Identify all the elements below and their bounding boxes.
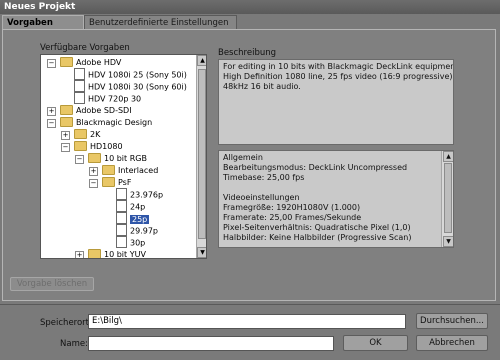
tree-item-label: HDV 720p 30 xyxy=(88,94,142,104)
details-line: Videoeinstellungen xyxy=(223,193,300,202)
tree-preset[interactable]: 30p xyxy=(103,236,146,249)
scroll-thumb[interactable] xyxy=(198,69,206,239)
tree-scrollbar[interactable]: ▲ ▼ xyxy=(196,55,206,258)
location-field[interactable]: E:\Bilg\ xyxy=(88,314,406,329)
details-box: Allgemein Bearbeitungsmodus: DeckLink Un… xyxy=(218,150,454,248)
tab-load-presets[interactable]: Vorgaben laden xyxy=(2,15,84,42)
tree-folder[interactable]: − 10 bit RGB xyxy=(75,152,147,165)
preset-file-icon xyxy=(116,224,127,236)
ok-button[interactable]: OK xyxy=(343,335,408,351)
tree-folder[interactable]: +2K xyxy=(61,128,101,141)
tree-item-label: Interlaced xyxy=(118,166,159,175)
tree-item-label: 23.976p xyxy=(130,190,164,200)
tree-item-label: HD1080 xyxy=(90,142,123,151)
tree-preset[interactable]: 23.976p xyxy=(103,188,164,201)
folder-icon xyxy=(74,128,87,139)
description-line: For editing in 10 bits with Blackmagic D… xyxy=(223,62,454,71)
details-line: Allgemein xyxy=(223,153,263,162)
tree-item-label: HDV 1080i 30 (Sony 60i) xyxy=(88,82,187,92)
location-label: Speicherort: xyxy=(40,318,92,328)
tree-folder[interactable]: +10 bit YUV xyxy=(75,248,146,259)
details-line: Framegröße: 1920H1080V (1.000) xyxy=(223,203,361,212)
tree-item-label: 2K xyxy=(90,130,101,139)
preset-file-icon xyxy=(116,200,127,212)
collapse-icon[interactable]: − xyxy=(47,59,56,68)
window-title: Neues Projekt xyxy=(0,0,500,14)
preset-file-icon xyxy=(116,236,127,248)
tree-preset[interactable]: 29.97p xyxy=(103,224,158,237)
tree-item-label: Blackmagic Design xyxy=(76,118,153,127)
presets-tree[interactable]: − Adobe HDV HDV 1080i 25 (Sony 50i) HDV 108… xyxy=(40,54,207,259)
preset-file-icon xyxy=(116,188,127,200)
presets-label: Verfügbare Vorgaben xyxy=(40,43,130,53)
tree-item-label: 29.97p xyxy=(130,226,158,236)
tree-item-label: Adobe HDV xyxy=(76,58,122,67)
tree-folder[interactable]: − HD1080 xyxy=(61,140,123,153)
browse-button[interactable]: Durchsuchen... xyxy=(416,313,488,329)
folder-icon xyxy=(102,176,115,187)
expand-icon[interactable]: + xyxy=(61,131,70,140)
tree-item-label: 10 bit RGB xyxy=(104,154,147,163)
description-line: High Definition 1080 line, 25 fps video … xyxy=(223,72,454,81)
folder-icon xyxy=(102,164,115,175)
details-line: Pixel-Seitenverhältnis: Quadratische Pix… xyxy=(223,223,411,232)
details-scrollbar[interactable]: ▲ ▼ xyxy=(441,151,453,247)
expand-icon[interactable]: + xyxy=(89,167,98,176)
name-input[interactable] xyxy=(88,336,334,351)
tree-item-label: 25p xyxy=(130,214,150,224)
details-line: Timebase: 25,00 fps xyxy=(223,173,305,182)
tab-bar: Vorgaben laden Benutzerdefinierte Einste… xyxy=(0,15,500,42)
tree-item-label: 30p xyxy=(130,238,146,248)
folder-icon xyxy=(74,140,87,151)
tree-folder[interactable]: − Blackmagic Design xyxy=(47,116,153,129)
preset-file-icon xyxy=(116,212,127,224)
details-line xyxy=(223,183,439,193)
tree-item-label: PsF xyxy=(118,178,132,187)
collapse-icon[interactable]: − xyxy=(75,155,84,164)
expand-icon[interactable]: + xyxy=(47,107,56,116)
details-line: Bearbeitungsmodus: DeckLink Uncompressed xyxy=(223,163,408,172)
tree-item-label: HDV 1080i 25 (Sony 50i) xyxy=(88,70,187,80)
collapse-icon[interactable]: − xyxy=(47,119,56,128)
delete-preset-button[interactable]: Vorgabe löschen xyxy=(10,277,94,291)
folder-icon xyxy=(88,152,101,163)
description-line: 48kHz 16 bit audio. xyxy=(223,82,301,91)
folder-icon xyxy=(60,56,73,67)
tree-item-label: Adobe SD-SDI xyxy=(76,106,132,115)
details-line: Halbbilder: Keine Halbbilder (Progressiv… xyxy=(223,233,412,242)
collapse-icon[interactable]: − xyxy=(61,143,70,152)
scroll-down-icon[interactable]: ▼ xyxy=(197,247,206,258)
tree-item-label: 24p xyxy=(130,202,146,212)
scroll-up-icon[interactable]: ▲ xyxy=(197,55,206,66)
scroll-thumb[interactable] xyxy=(444,163,452,233)
tree-preset[interactable]: HDV 720p 30 xyxy=(61,92,142,105)
expand-icon[interactable]: + xyxy=(75,251,84,258)
folder-icon xyxy=(88,248,101,258)
collapse-icon[interactable]: − xyxy=(89,179,98,188)
tree-folder[interactable]: + Interlaced xyxy=(89,164,159,177)
preset-file-icon xyxy=(74,92,85,104)
footer-divider xyxy=(0,304,500,305)
tree-folder[interactable]: + Adobe SD-SDI xyxy=(47,104,132,117)
scroll-up-icon[interactable]: ▲ xyxy=(443,151,453,162)
tab-custom-settings[interactable]: Benutzerdefinierte Einstellungen xyxy=(84,15,237,29)
preset-file-icon xyxy=(74,68,85,80)
preset-file-icon xyxy=(74,80,85,92)
cancel-button[interactable]: Abbrechen xyxy=(416,335,488,351)
scroll-down-icon[interactable]: ▼ xyxy=(443,236,453,247)
tree-item-label: 10 bit YUV xyxy=(104,250,146,259)
name-label: Name: xyxy=(60,339,88,349)
folder-icon xyxy=(60,104,73,115)
details-line: Framerate: 25,00 Frames/Sekunde xyxy=(223,213,362,222)
description-box: For editing in 10 bits with Blackmagic D… xyxy=(218,59,454,145)
description-label: Beschreibung xyxy=(218,48,277,58)
folder-icon xyxy=(60,116,73,127)
